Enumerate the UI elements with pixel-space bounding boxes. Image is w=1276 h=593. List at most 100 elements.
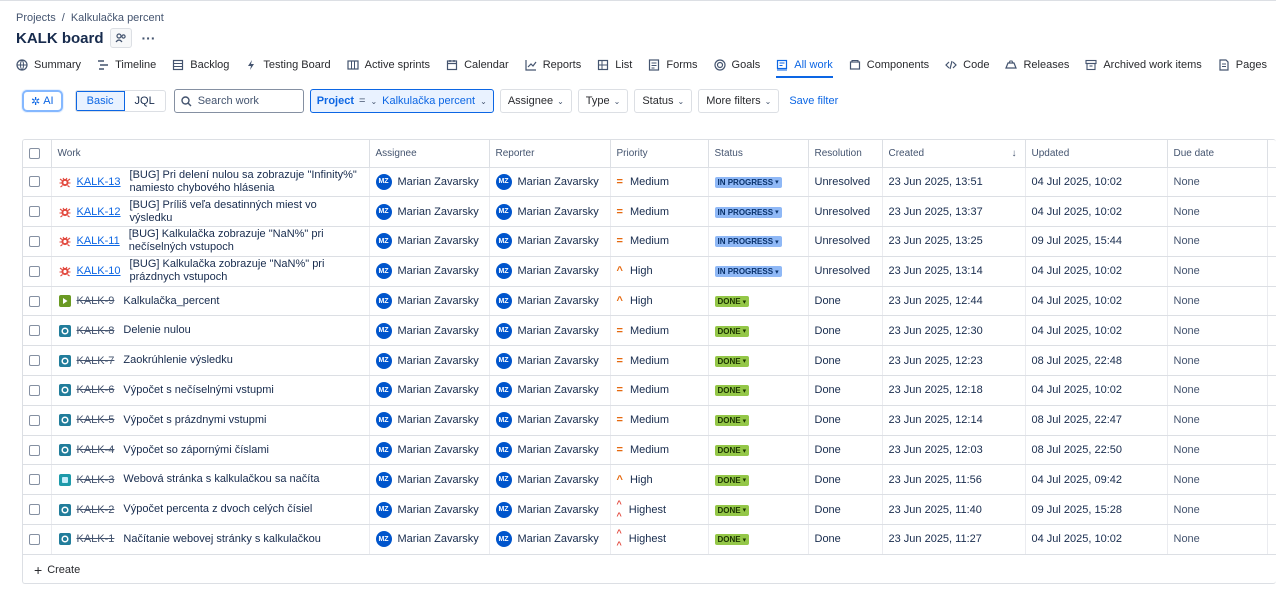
status-badge[interactable]: IN PROGRESS ▾ (714, 266, 782, 278)
issue-summary[interactable]: Výpočet so zápornými číslami (123, 444, 269, 457)
tab-all-work[interactable]: All work (776, 56, 833, 78)
tab-pages[interactable]: Pages (1218, 56, 1267, 74)
reporter-cell[interactable]: MZ Marian Zavarsky (489, 256, 611, 287)
assignee-cell[interactable]: MZ Marian Zavarsky (369, 286, 490, 317)
column-header-assignee[interactable]: Assignee (369, 140, 490, 168)
issue-key-link[interactable]: KALK-5 (77, 414, 115, 426)
issue-key-link[interactable]: KALK-4 (77, 444, 115, 456)
tab-components[interactable]: Components (849, 56, 929, 74)
tab-releases[interactable]: Releases (1005, 56, 1069, 74)
tab-code[interactable]: Code (945, 56, 989, 74)
issue-summary[interactable]: [BUG] Pri delení nulou sa zobrazuje "Inf… (130, 169, 363, 195)
issue-key-link[interactable]: KALK-1 (77, 533, 115, 545)
column-header-resolution[interactable]: Resolution (808, 140, 883, 168)
column-header-work[interactable]: Work (51, 140, 370, 168)
issue-key-link[interactable]: KALK-2 (77, 504, 115, 516)
issue-summary[interactable]: Výpočet s prázdnymi vstupmi (123, 414, 266, 427)
issue-summary[interactable]: [BUG] Kalkulačka zobrazuje "NaN%" pri pr… (130, 258, 363, 284)
table-row[interactable]: KALK-9 Kalkulačka_percent MZ Marian Zavarsk… (23, 286, 1276, 317)
status-badge[interactable]: DONE ▾ (714, 355, 750, 367)
status-badge[interactable]: DONE ▾ (714, 325, 750, 337)
column-header-due-date[interactable]: Due date (1167, 140, 1268, 168)
issue-key-link[interactable]: KALK-11 (77, 235, 120, 247)
priority-cell[interactable]: ^ High (610, 286, 709, 317)
reporter-cell[interactable]: MZ Marian Zavarsky (489, 464, 611, 496)
issue-key-link[interactable]: KALK-7 (77, 355, 115, 367)
issue-summary[interactable]: Výpočet percenta z dvoch celých čísiel (123, 503, 312, 516)
table-row[interactable]: KALK-7 Zaokrúhlenie výsledku MZ Marian Zava… (23, 345, 1276, 377)
tab-list[interactable]: List (597, 56, 632, 74)
row-checkbox[interactable] (29, 444, 40, 456)
priority-cell[interactable]: = Medium (610, 315, 709, 347)
assignee-cell[interactable]: MZ Marian Zavarsky (369, 315, 490, 347)
reporter-cell[interactable]: MZ Marian Zavarsky (489, 494, 611, 526)
table-row[interactable]: KALK-3 Webová stránka s kalkulačkou sa na… (23, 464, 1276, 496)
table-row[interactable]: KALK-10 [BUG] Kalkulačka zobrazuje "NaN%"… (23, 256, 1276, 287)
row-checkbox[interactable] (29, 504, 40, 516)
tab-forms[interactable]: Forms (648, 56, 698, 74)
status-badge[interactable]: DONE ▾ (714, 474, 750, 486)
priority-cell[interactable]: ^ High (610, 256, 709, 287)
table-row[interactable]: KALK-12 [BUG] Príliš veľa desatinných mie… (23, 196, 1276, 228)
issue-summary[interactable]: Webová stránka s kalkulačkou sa načíta (123, 473, 319, 486)
assignee-cell[interactable]: MZ Marian Zavarsky (369, 524, 490, 555)
reporter-cell[interactable]: MZ Marian Zavarsky (489, 196, 611, 228)
issue-key-link[interactable]: KALK-6 (77, 384, 115, 396)
issue-summary[interactable]: Načítanie webovej stránky s kalkulačkou (123, 533, 320, 546)
save-filter-link[interactable]: Save filter (789, 95, 838, 107)
breadcrumb-projects[interactable]: Projects (16, 12, 56, 24)
reporter-cell[interactable]: MZ Marian Zavarsky (489, 405, 611, 436)
status-badge[interactable]: DONE ▾ (714, 385, 750, 397)
tab-calendar[interactable]: Calendar (446, 56, 509, 74)
tab-timeline[interactable]: Timeline (97, 56, 156, 74)
jql-mode-button[interactable]: JQL (125, 91, 165, 111)
reporter-cell[interactable]: MZ Marian Zavarsky (489, 226, 611, 257)
assignee-cell[interactable]: MZ Marian Zavarsky (369, 256, 490, 287)
table-row[interactable]: KALK-11 [BUG] Kalkulačka zobrazuje "NaN%"… (23, 226, 1276, 257)
select-all-checkbox[interactable] (29, 147, 40, 159)
table-row[interactable]: KALK-13 [BUG] Pri delení nulou sa zobrazu… (23, 167, 1276, 198)
issue-key-link[interactable]: KALK-13 (77, 176, 121, 188)
tab-testing-board[interactable]: Testing Board (245, 56, 331, 74)
status-filter-button[interactable]: Status ⌄ (634, 89, 693, 113)
priority-cell[interactable]: = Medium (610, 167, 709, 198)
row-checkbox[interactable] (29, 414, 40, 426)
issue-key-link[interactable]: KALK-10 (77, 265, 121, 277)
priority-cell[interactable]: ^ ^ Highest (610, 494, 709, 526)
ai-search-button[interactable]: ✲ AI (22, 90, 63, 112)
row-checkbox[interactable] (29, 385, 40, 397)
reporter-cell[interactable]: MZ Marian Zavarsky (489, 286, 611, 317)
row-checkbox[interactable] (29, 295, 40, 307)
row-checkbox[interactable] (29, 176, 40, 188)
issue-summary[interactable]: Kalkulačka_percent (123, 295, 219, 308)
tab-archived-work-items[interactable]: Archived work items (1085, 56, 1202, 74)
basic-mode-button[interactable]: Basic (75, 91, 125, 111)
reporter-cell[interactable]: MZ Marian Zavarsky (489, 524, 611, 555)
column-header-updated[interactable]: Updated (1025, 140, 1168, 168)
reporter-cell[interactable]: MZ Marian Zavarsky (489, 375, 611, 406)
issue-summary[interactable]: Delenie nulou (123, 324, 190, 337)
row-checkbox[interactable] (29, 534, 40, 546)
sort-desc-icon[interactable]: ↓ (1012, 148, 1017, 159)
breadcrumb-current[interactable]: Kalkulačka percent (71, 12, 164, 24)
column-header-status[interactable]: Status (708, 140, 809, 168)
more-actions-button[interactable]: ··· (142, 30, 156, 46)
priority-cell[interactable]: = Medium (610, 405, 709, 436)
status-badge[interactable]: IN PROGRESS ▾ (714, 176, 782, 188)
issue-summary[interactable]: Zaokrúhlenie výsledku (123, 354, 232, 367)
assignee-cell[interactable]: MZ Marian Zavarsky (369, 435, 490, 466)
priority-cell[interactable]: = Medium (610, 196, 709, 228)
status-badge[interactable]: DONE ▾ (714, 504, 750, 516)
table-row[interactable]: KALK-4 Výpočet so zápornými číslami MZ Mari… (23, 435, 1276, 466)
row-checkbox[interactable] (29, 474, 40, 486)
issue-key-link[interactable]: KALK-12 (77, 206, 121, 218)
row-checkbox[interactable] (29, 265, 40, 277)
tab-active-sprints[interactable]: Active sprints (347, 56, 430, 74)
assignee-cell[interactable]: MZ Marian Zavarsky (369, 464, 490, 496)
assignee-cell[interactable]: MZ Marian Zavarsky (369, 494, 490, 526)
row-checkbox[interactable] (29, 325, 40, 337)
tab-backlog[interactable]: Backlog (172, 56, 229, 74)
status-badge[interactable]: DONE ▾ (714, 534, 750, 546)
row-checkbox[interactable] (29, 355, 40, 367)
project-filter-chip[interactable]: Project = ⌄ Kalkulačka percent ⌄ (309, 89, 494, 113)
